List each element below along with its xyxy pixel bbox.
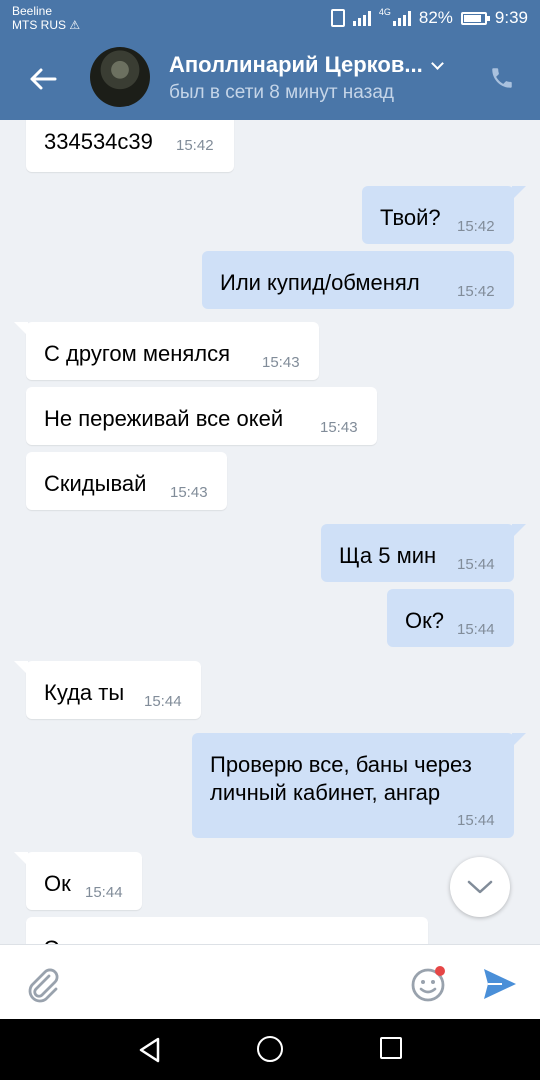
bubble-tail — [14, 852, 28, 866]
message-time: 15:44 — [85, 884, 123, 901]
battery-icon — [460, 11, 490, 25]
status-bar: Beeline MTS RUS ⚠ 4G 82% 9:39 — [0, 0, 540, 38]
message-incoming[interactable]: Эт от почты — [26, 917, 428, 944]
battery-percent: 82% — [418, 8, 453, 27]
last-seen-status: был в сети 8 минут назад — [169, 82, 395, 103]
message-incoming[interactable]: Скидывай 15:43 — [26, 452, 227, 510]
bubble-tail — [14, 661, 28, 675]
send-button[interactable] — [478, 963, 520, 1005]
warning-icon: ⚠ — [69, 18, 81, 32]
scroll-to-bottom-button[interactable] — [450, 857, 510, 917]
message-time: 15:43 — [262, 354, 300, 371]
bubble-tail — [512, 524, 526, 538]
message-text: Ок? — [405, 608, 444, 633]
attach-button[interactable] — [22, 963, 62, 1003]
message-text: Твой? — [380, 205, 441, 230]
message-incoming[interactable]: Ок 15:44 — [14, 852, 142, 910]
message-text: Или купид/обменял — [220, 270, 420, 295]
bubble-tail — [14, 322, 28, 336]
back-arrow-icon — [30, 68, 57, 90]
message-outgoing[interactable]: Ок? 15:44 — [387, 589, 514, 647]
status-icons: 4G 82% 9:39 — [330, 7, 528, 28]
carrier-2: MTS RUS — [12, 18, 66, 32]
message-outgoing[interactable]: Или купид/обменял 15:42 — [202, 251, 514, 309]
message-time: 15:42 — [457, 218, 495, 235]
message-text: С другом менялся — [44, 341, 231, 366]
message-time: 15:44 — [457, 556, 495, 573]
nav-home-icon[interactable] — [257, 1036, 283, 1062]
message-outgoing[interactable]: Проверю все, баны через личный кабинет, … — [192, 733, 526, 838]
message-input-bar — [0, 944, 540, 1019]
clock: 9:39 — [494, 8, 528, 27]
chevron-down-icon — [430, 57, 444, 70]
system-nav-bar — [0, 1019, 540, 1080]
bubble-tail — [512, 186, 526, 200]
message-outgoing[interactable]: Твой? 15:42 — [362, 186, 526, 244]
message-time: 15:44 — [457, 621, 495, 638]
message-text: Проверю все, баны через — [210, 752, 472, 777]
message-text: Ща 5 мин — [339, 543, 437, 568]
message-incoming[interactable]: С другом менялся 15:43 — [14, 322, 319, 380]
contact-name: Аполлинарий Церков... — [169, 52, 423, 77]
vibrate-icon — [330, 9, 345, 27]
avatar[interactable] — [90, 47, 150, 107]
message-text: Не переживай все окей — [44, 406, 284, 431]
message-time: 15:43 — [170, 484, 208, 501]
sticker-button[interactable] — [408, 963, 450, 1005]
message-time: 15:42 — [457, 283, 495, 300]
phone-icon — [492, 68, 512, 88]
carrier-1: Beeline — [12, 4, 53, 18]
bubble-tail — [512, 733, 526, 747]
message-time: 15:42 — [176, 137, 214, 154]
message-incoming[interactable]: 334534c39 15:42 — [26, 120, 234, 172]
send-icon — [484, 969, 516, 999]
call-button[interactable] — [482, 58, 522, 98]
sticker-icon — [411, 966, 445, 1002]
signal-icon-2 — [392, 10, 411, 26]
message-text: Эт от почты — [44, 935, 165, 944]
carrier-info: Beeline MTS RUS ⚠ — [12, 4, 80, 32]
message-list[interactable]: 334534c39 15:42 Твой? 15:42 Или купид/об… — [0, 120, 540, 944]
message-text: Скидывай — [44, 471, 147, 496]
message-text: Куда ты — [44, 680, 125, 705]
contact-info[interactable]: Аполлинарий Церков... был в сети 8 минут… — [169, 52, 459, 104]
message-text-line-2: личный кабинет, ангар — [210, 780, 441, 805]
message-text: Ок — [44, 871, 71, 896]
chevron-down-icon — [467, 880, 493, 894]
network-type: 4G — [378, 7, 391, 17]
chat-header: Аполлинарий Церков... был в сети 8 минут… — [0, 38, 540, 120]
nav-back-icon[interactable] — [138, 1037, 162, 1063]
message-outgoing[interactable]: Ща 5 мин 15:44 — [321, 524, 526, 582]
message-text: 334534c39 — [44, 129, 153, 154]
back-button[interactable] — [20, 56, 66, 102]
attach-icon — [28, 968, 59, 1003]
signal-icon — [352, 10, 371, 26]
message-time: 15:44 — [144, 693, 182, 710]
nav-recents-icon[interactable] — [380, 1037, 402, 1059]
message-incoming[interactable]: Куда ты 15:44 — [14, 661, 201, 719]
message-time: 15:43 — [320, 419, 358, 436]
message-incoming[interactable]: Не переживай все окей 15:43 — [26, 387, 377, 445]
message-time: 15:44 — [457, 812, 495, 829]
